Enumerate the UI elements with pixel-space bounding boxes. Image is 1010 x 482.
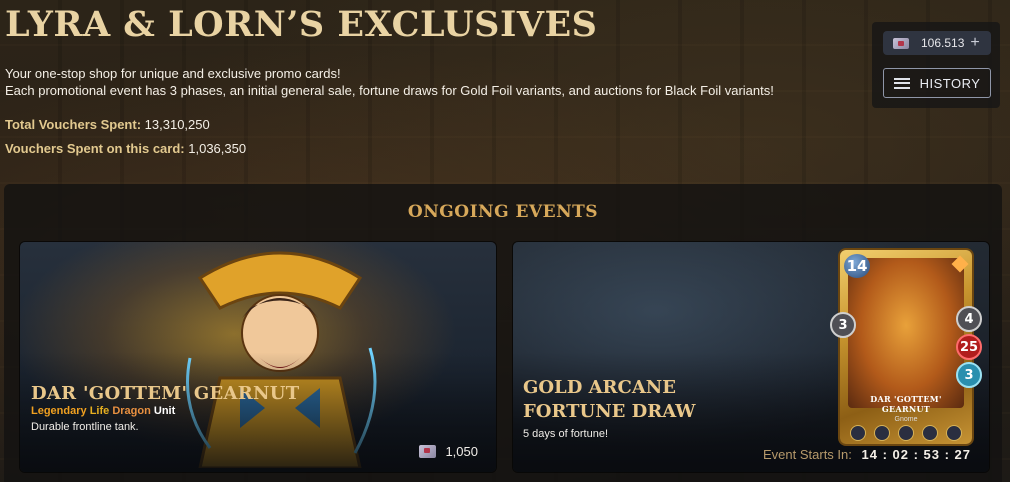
ability-icon xyxy=(922,425,938,441)
fortune-event-card[interactable]: GOLD ARCANE FORTUNE DRAW 5 days of fortu… xyxy=(513,242,989,472)
sale-card-type: Legendary Life Dragon Unit xyxy=(31,405,175,417)
sale-price-value: 1,050 xyxy=(445,444,478,459)
ability-icon xyxy=(874,425,890,441)
ability-icon xyxy=(946,425,962,441)
total-vouchers-value: 13,310,250 xyxy=(144,117,210,132)
intro-text: Your one-stop shop for unique and exclus… xyxy=(5,65,774,99)
page-title: LYRA & LORN’S EXCLUSIVES xyxy=(5,4,598,45)
total-vouchers-stat: Total Vouchers Spent: 13,310,250 xyxy=(5,117,210,132)
melee-attack-badge: 3 xyxy=(830,312,856,338)
rarity-label: Legendary xyxy=(31,405,87,417)
sale-price[interactable]: 1,050 xyxy=(419,444,478,459)
total-vouchers-label: Total Vouchers Spent: xyxy=(5,117,142,132)
role-label: Dragon xyxy=(112,405,151,417)
promo-card-art xyxy=(848,258,964,408)
speed-badge: 3 xyxy=(956,362,982,388)
ongoing-events-heading: ONGOING EVENTS xyxy=(407,202,599,222)
plus-icon[interactable]: + xyxy=(970,35,979,51)
unit-label: Unit xyxy=(153,405,176,417)
element-label: Life xyxy=(89,405,110,417)
voucher-icon xyxy=(893,37,909,49)
voucher-balance-value: 106.513 xyxy=(921,36,965,50)
countdown-label: Event Starts In: xyxy=(763,447,852,462)
countdown-value: 14 : 02 : 53 : 27 xyxy=(861,447,971,462)
voucher-icon xyxy=(419,445,437,458)
card-vouchers-value: 1,036,350 xyxy=(188,141,247,156)
sale-card-name: DAR 'GOTTEM' GEARNUT xyxy=(31,383,300,404)
ability-icon xyxy=(898,425,914,441)
list-icon xyxy=(893,77,910,89)
intro-line-2: Each promotional event has 3 phases, an … xyxy=(5,83,774,98)
account-panel: 106.513 + HISTORY xyxy=(872,22,1000,108)
event-countdown: Event Starts In: 14 : 02 : 53 : 27 xyxy=(763,447,971,462)
card-vouchers-label: Vouchers Spent on this card: xyxy=(5,141,185,156)
promo-card-name: DAR 'GOTTEM' GEARNUT xyxy=(870,394,942,414)
ability-icon xyxy=(850,425,866,441)
ability-icons xyxy=(850,425,962,441)
card-vouchers-stat: Vouchers Spent on this card: 1,036,350 xyxy=(5,141,246,156)
promo-card-preview[interactable]: 14 3 4 25 3 DAR 'GOTTEM' GEARNUT Gnome xyxy=(830,250,982,444)
promo-card-race: Gnome xyxy=(894,416,918,423)
voucher-balance: 106.513 + xyxy=(883,31,991,55)
fortune-event-title: GOLD ARCANE FORTUNE DRAW xyxy=(523,377,696,422)
ongoing-events-section: ONGOING EVENTS DAR 'GOTTEM' GEARNUT Lege… xyxy=(4,184,1002,482)
history-button-label: HISTORY xyxy=(919,75,981,91)
fortune-event-description: 5 days of fortune! xyxy=(523,428,608,440)
sale-card-description: Durable frontline tank. xyxy=(31,421,139,433)
armor-badge: 4 xyxy=(956,306,982,332)
history-button[interactable]: HISTORY xyxy=(883,68,991,98)
mana-cost-badge: 14 xyxy=(844,254,870,278)
health-badge: 25 xyxy=(956,334,982,360)
intro-line-1: Your one-stop shop for unique and exclus… xyxy=(5,66,341,81)
sale-event-card[interactable]: DAR 'GOTTEM' GEARNUT Legendary Life Drag… xyxy=(20,242,496,472)
